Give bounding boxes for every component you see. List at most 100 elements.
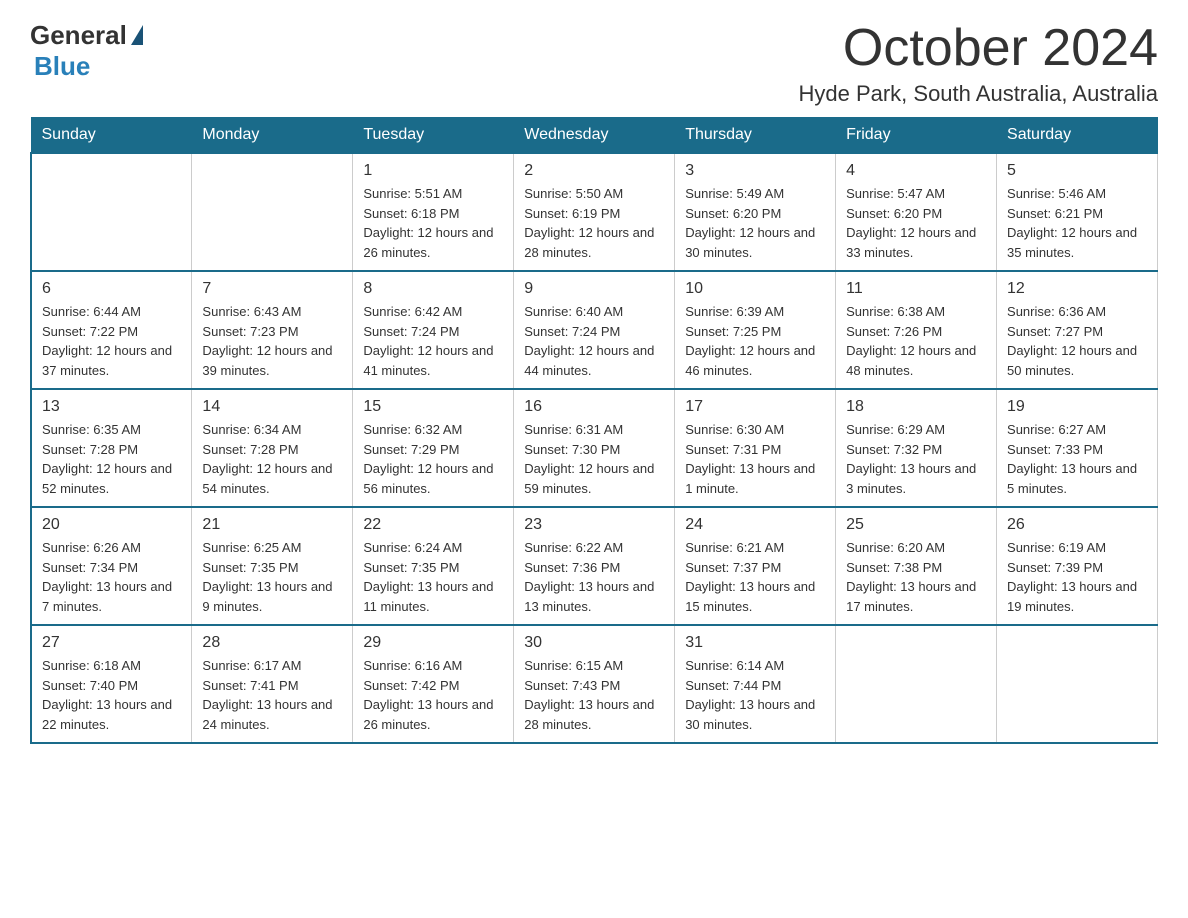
day-info: Sunrise: 6:27 AM Sunset: 7:33 PM Dayligh…: [1007, 420, 1147, 498]
day-info: Sunrise: 6:25 AM Sunset: 7:35 PM Dayligh…: [202, 538, 342, 616]
title-block: October 2024 Hyde Park, South Australia,…: [798, 20, 1158, 107]
day-number: 22: [363, 516, 503, 534]
day-info: Sunrise: 6:32 AM Sunset: 7:29 PM Dayligh…: [363, 420, 503, 498]
day-info: Sunrise: 6:29 AM Sunset: 7:32 PM Dayligh…: [846, 420, 986, 498]
calendar-cell: 17 Sunrise: 6:30 AM Sunset: 7:31 PM Dayli…: [675, 389, 836, 507]
day-number: 9: [524, 280, 664, 298]
calendar-cell: 4 Sunrise: 5:47 AM Sunset: 6:20 PM Daylig…: [836, 153, 997, 271]
day-info: Sunrise: 6:38 AM Sunset: 7:26 PM Dayligh…: [846, 302, 986, 380]
calendar-week-row: 20 Sunrise: 6:26 AM Sunset: 7:34 PM Dayli…: [31, 507, 1158, 625]
day-number: 15: [363, 398, 503, 416]
day-number: 8: [363, 280, 503, 298]
day-info: Sunrise: 6:43 AM Sunset: 7:23 PM Dayligh…: [202, 302, 342, 380]
calendar-cell: 10Sunrise: 6:39 AM Sunset: 7:25 PM Dayli…: [675, 271, 836, 389]
day-info: Sunrise: 6:36 AM Sunset: 7:27 PM Dayligh…: [1007, 302, 1147, 380]
day-number: 18: [846, 398, 986, 416]
day-number: 25: [846, 516, 986, 534]
day-number: 27: [42, 634, 181, 652]
day-info: Sunrise: 6:26 AM Sunset: 7:34 PM Dayligh…: [42, 538, 181, 616]
calendar-header-friday: Friday: [836, 118, 997, 154]
calendar-cell: 29 Sunrise: 6:16 AM Sunset: 7:42 PM Dayli…: [353, 625, 514, 743]
day-info: Sunrise: 5:47 AM Sunset: 6:20 PM Dayligh…: [846, 184, 986, 262]
calendar-cell: [192, 153, 353, 271]
calendar-week-row: 6 Sunrise: 6:44 AM Sunset: 7:22 PM Daylig…: [31, 271, 1158, 389]
day-info: Sunrise: 6:35 AM Sunset: 7:28 PM Dayligh…: [42, 420, 181, 498]
day-number: 20: [42, 516, 181, 534]
logo-text-general: General: [30, 20, 127, 51]
day-info: Sunrise: 6:30 AM Sunset: 7:31 PM Dayligh…: [685, 420, 825, 498]
calendar-cell: 9 Sunrise: 6:40 AM Sunset: 7:24 PM Daylig…: [514, 271, 675, 389]
day-info: Sunrise: 6:22 AM Sunset: 7:36 PM Dayligh…: [524, 538, 664, 616]
day-info: Sunrise: 6:15 AM Sunset: 7:43 PM Dayligh…: [524, 656, 664, 734]
day-number: 19: [1007, 398, 1147, 416]
day-number: 12: [1007, 280, 1147, 298]
calendar-cell: 1 Sunrise: 5:51 AM Sunset: 6:18 PM Daylig…: [353, 153, 514, 271]
month-title: October 2024: [798, 20, 1158, 77]
calendar-cell: 21 Sunrise: 6:25 AM Sunset: 7:35 PM Dayli…: [192, 507, 353, 625]
calendar-cell: 31 Sunrise: 6:14 AM Sunset: 7:44 PM Dayli…: [675, 625, 836, 743]
calendar-header-tuesday: Tuesday: [353, 118, 514, 154]
calendar-cell: [836, 625, 997, 743]
day-info: Sunrise: 6:40 AM Sunset: 7:24 PM Dayligh…: [524, 302, 664, 380]
day-number: 6: [42, 280, 181, 298]
calendar-cell: 18 Sunrise: 6:29 AM Sunset: 7:32 PM Dayli…: [836, 389, 997, 507]
day-info: Sunrise: 6:34 AM Sunset: 7:28 PM Dayligh…: [202, 420, 342, 498]
calendar-cell: 26Sunrise: 6:19 AM Sunset: 7:39 PM Dayli…: [997, 507, 1158, 625]
day-number: 13: [42, 398, 181, 416]
day-number: 4: [846, 162, 986, 180]
calendar-cell: 12 Sunrise: 6:36 AM Sunset: 7:27 PM Dayli…: [997, 271, 1158, 389]
calendar-cell: 14Sunrise: 6:34 AM Sunset: 7:28 PM Dayli…: [192, 389, 353, 507]
calendar-cell: [31, 153, 192, 271]
day-number: 21: [202, 516, 342, 534]
day-info: Sunrise: 6:16 AM Sunset: 7:42 PM Dayligh…: [363, 656, 503, 734]
calendar-cell: 16 Sunrise: 6:31 AM Sunset: 7:30 PM Dayli…: [514, 389, 675, 507]
calendar-week-row: 13 Sunrise: 6:35 AM Sunset: 7:28 PM Dayli…: [31, 389, 1158, 507]
calendar-cell: 23 Sunrise: 6:22 AM Sunset: 7:36 PM Dayli…: [514, 507, 675, 625]
calendar-cell: 5 Sunrise: 5:46 AM Sunset: 6:21 PM Daylig…: [997, 153, 1158, 271]
day-number: 26: [1007, 516, 1147, 534]
day-info: Sunrise: 5:49 AM Sunset: 6:20 PM Dayligh…: [685, 184, 825, 262]
day-info: Sunrise: 6:24 AM Sunset: 7:35 PM Dayligh…: [363, 538, 503, 616]
day-number: 30: [524, 634, 664, 652]
day-info: Sunrise: 6:17 AM Sunset: 7:41 PM Dayligh…: [202, 656, 342, 734]
calendar-cell: 30 Sunrise: 6:15 AM Sunset: 7:43 PM Dayli…: [514, 625, 675, 743]
calendar-cell: 27 Sunrise: 6:18 AM Sunset: 7:40 PM Dayli…: [31, 625, 192, 743]
calendar-cell: 19 Sunrise: 6:27 AM Sunset: 7:33 PM Dayli…: [997, 389, 1158, 507]
calendar-cell: 3 Sunrise: 5:49 AM Sunset: 6:20 PM Daylig…: [675, 153, 836, 271]
day-info: Sunrise: 5:46 AM Sunset: 6:21 PM Dayligh…: [1007, 184, 1147, 262]
calendar-cell: 28 Sunrise: 6:17 AM Sunset: 7:41 PM Dayli…: [192, 625, 353, 743]
calendar-week-row: 27 Sunrise: 6:18 AM Sunset: 7:40 PM Dayli…: [31, 625, 1158, 743]
day-info: Sunrise: 6:18 AM Sunset: 7:40 PM Dayligh…: [42, 656, 181, 734]
calendar-cell: 15 Sunrise: 6:32 AM Sunset: 7:29 PM Dayli…: [353, 389, 514, 507]
calendar-cell: 25 Sunrise: 6:20 AM Sunset: 7:38 PM Dayli…: [836, 507, 997, 625]
day-number: 1: [363, 162, 503, 180]
calendar-cell: 13 Sunrise: 6:35 AM Sunset: 7:28 PM Dayli…: [31, 389, 192, 507]
day-number: 28: [202, 634, 342, 652]
calendar-cell: 24 Sunrise: 6:21 AM Sunset: 7:37 PM Dayli…: [675, 507, 836, 625]
day-number: 23: [524, 516, 664, 534]
day-info: Sunrise: 5:50 AM Sunset: 6:19 PM Dayligh…: [524, 184, 664, 262]
day-number: 3: [685, 162, 825, 180]
day-number: 16: [524, 398, 664, 416]
day-info: Sunrise: 5:51 AM Sunset: 6:18 PM Dayligh…: [363, 184, 503, 262]
calendar-cell: [997, 625, 1158, 743]
day-info: Sunrise: 6:44 AM Sunset: 7:22 PM Dayligh…: [42, 302, 181, 380]
logo: General Blue: [30, 20, 143, 82]
day-number: 5: [1007, 162, 1147, 180]
day-number: 29: [363, 634, 503, 652]
logo-triangle-icon: [131, 25, 143, 45]
day-number: 24: [685, 516, 825, 534]
calendar-header-monday: Monday: [192, 118, 353, 154]
calendar-header-saturday: Saturday: [997, 118, 1158, 154]
location-title: Hyde Park, South Australia, Australia: [798, 81, 1158, 107]
day-number: 17: [685, 398, 825, 416]
day-info: Sunrise: 6:14 AM Sunset: 7:44 PM Dayligh…: [685, 656, 825, 734]
day-info: Sunrise: 6:20 AM Sunset: 7:38 PM Dayligh…: [846, 538, 986, 616]
calendar-header-row: SundayMondayTuesdayWednesdayThursdayFrid…: [31, 118, 1158, 154]
calendar-cell: 11Sunrise: 6:38 AM Sunset: 7:26 PM Dayli…: [836, 271, 997, 389]
calendar-header-thursday: Thursday: [675, 118, 836, 154]
day-info: Sunrise: 6:31 AM Sunset: 7:30 PM Dayligh…: [524, 420, 664, 498]
calendar-table: SundayMondayTuesdayWednesdayThursdayFrid…: [30, 117, 1158, 744]
day-number: 31: [685, 634, 825, 652]
day-info: Sunrise: 6:21 AM Sunset: 7:37 PM Dayligh…: [685, 538, 825, 616]
